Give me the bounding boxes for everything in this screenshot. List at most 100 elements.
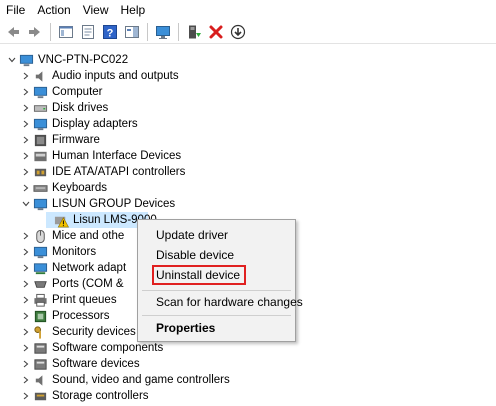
computer-icon xyxy=(18,52,34,68)
chevron-right-icon[interactable] xyxy=(20,118,32,130)
svg-text:?: ? xyxy=(107,27,114,39)
tree-item-storage-controllers[interactable]: Storage controllers xyxy=(20,388,149,404)
help-icon[interactable]: ? xyxy=(99,21,121,43)
chevron-right-icon[interactable] xyxy=(20,182,32,194)
ide-controller-icon xyxy=(32,164,48,180)
printer-icon xyxy=(32,292,48,308)
storage-controller-icon xyxy=(32,388,48,404)
menu-separator xyxy=(142,315,291,316)
toolbar-separator xyxy=(50,22,51,41)
tree-item-label: Sound, video and game controllers xyxy=(52,374,230,386)
mouse-icon xyxy=(32,228,48,244)
tree-item-sound-video[interactable]: Sound, video and game controllers xyxy=(20,372,230,388)
tree-item-keyboards[interactable]: Keyboards xyxy=(20,180,107,196)
tree-item-security-devices[interactable]: Security devices xyxy=(20,324,136,340)
software-component-icon xyxy=(32,340,48,356)
chevron-right-icon[interactable] xyxy=(20,294,32,306)
chevron-right-icon[interactable] xyxy=(20,102,32,114)
tree-item-software-components[interactable]: Software components xyxy=(20,340,163,356)
chevron-right-icon[interactable] xyxy=(20,246,32,258)
tree-item-hid[interactable]: Human Interface Devices xyxy=(20,148,181,164)
tree-item-label: Software components xyxy=(52,342,164,354)
tree-root[interactable]: VNC-PTN-PC022 xyxy=(6,52,128,68)
download-icon[interactable] xyxy=(227,21,249,43)
scan-hardware-menu-item[interactable]: Scan for hardware changes xyxy=(156,293,303,311)
tree-root-label: VNC-PTN-PC022 xyxy=(38,54,129,66)
properties-menu-item[interactable]: Properties xyxy=(156,319,215,337)
update-driver-menu-item[interactable]: Update driver xyxy=(156,226,228,244)
tree-item-ide[interactable]: IDE ATA/ATAPI controllers xyxy=(20,164,185,180)
uninstall-icon[interactable] xyxy=(205,21,227,43)
back-icon[interactable] xyxy=(2,21,24,43)
tree-item-label: Human Interface Devices xyxy=(52,150,182,162)
tree-item-label: Keyboards xyxy=(52,182,107,194)
chevron-right-icon[interactable] xyxy=(20,86,32,98)
tree-item-label: Ports (COM & xyxy=(52,278,124,290)
chevron-right-icon[interactable] xyxy=(20,310,32,322)
tree-item-disk-drives[interactable]: Disk drives xyxy=(20,100,108,116)
tree-item-mice[interactable]: Mice and othe xyxy=(20,228,124,244)
menu-file[interactable]: File xyxy=(0,0,31,20)
tree-item-lisun-group[interactable]: LISUN GROUP Devices xyxy=(20,196,175,212)
tree-item-lisun-lms-9000[interactable]: Lisun LMS-9000 xyxy=(46,212,157,228)
tree-item-label: LISUN GROUP Devices xyxy=(52,198,176,210)
menu-action[interactable]: Action xyxy=(31,0,76,20)
disable-device-menu-item[interactable]: Disable device xyxy=(156,246,234,264)
chevron-down-icon[interactable] xyxy=(6,54,18,66)
port-icon xyxy=(32,276,48,292)
action-pane-icon[interactable] xyxy=(121,21,143,43)
tree-item-software-devices[interactable]: Software devices xyxy=(20,356,140,372)
tree-item-processors[interactable]: Processors xyxy=(20,308,110,324)
show-hide-console-tree-icon[interactable] xyxy=(55,21,77,43)
chevron-right-icon[interactable] xyxy=(20,166,32,178)
tree-item-firmware[interactable]: Firmware xyxy=(20,132,100,148)
chevron-down-icon[interactable] xyxy=(20,198,32,210)
chevron-right-icon[interactable] xyxy=(20,278,32,290)
disk-drive-icon xyxy=(32,100,48,116)
tree-item-label: Computer xyxy=(52,86,103,98)
tree-item-monitors[interactable]: Monitors xyxy=(20,244,96,260)
chevron-right-icon[interactable] xyxy=(20,390,32,402)
menu-help[interactable]: Help xyxy=(115,0,152,20)
tree-item-label: IDE ATA/ATAPI controllers xyxy=(52,166,186,178)
chevron-right-icon[interactable] xyxy=(20,342,32,354)
chevron-right-icon[interactable] xyxy=(20,70,32,82)
menu-bar: File Action View Help xyxy=(0,0,496,20)
monitor-icon[interactable] xyxy=(152,21,174,43)
firmware-icon xyxy=(32,132,48,148)
tree-item-label: Print queues xyxy=(52,294,117,306)
chevron-right-icon[interactable] xyxy=(20,374,32,386)
tree-item-computer[interactable]: Computer xyxy=(20,84,103,100)
tree-item-label: Disk drives xyxy=(52,102,109,114)
tree-item-label: Mice and othe xyxy=(52,230,125,242)
tree-item-print-queues[interactable]: Print queues xyxy=(20,292,117,308)
chevron-right-icon[interactable] xyxy=(20,326,32,338)
chevron-right-icon[interactable] xyxy=(20,230,32,242)
tree-item-label: Display adapters xyxy=(52,118,138,130)
uninstall-device-menu-item[interactable]: Uninstall device xyxy=(156,266,240,284)
tree-item-label: Processors xyxy=(52,310,110,322)
tree-item-label: Software devices xyxy=(52,358,140,370)
chevron-right-icon[interactable] xyxy=(20,150,32,162)
processor-icon xyxy=(32,308,48,324)
tree-item-display-adapters[interactable]: Display adapters xyxy=(20,116,138,132)
tree-item-ports[interactable]: Ports (COM & xyxy=(20,276,124,292)
hid-icon xyxy=(32,148,48,164)
menu-view[interactable]: View xyxy=(77,0,115,20)
chevron-right-icon[interactable] xyxy=(20,262,32,274)
properties-icon[interactable] xyxy=(77,21,99,43)
toolbar: ? xyxy=(0,20,496,44)
update-driver-icon[interactable] xyxy=(183,21,205,43)
menu-separator xyxy=(142,290,291,291)
chevron-right-icon[interactable] xyxy=(20,358,32,370)
forward-icon[interactable] xyxy=(24,21,46,43)
toolbar-separator xyxy=(147,22,148,41)
tree-item-audio[interactable]: Audio inputs and outputs xyxy=(20,68,179,84)
network-adapter-icon xyxy=(32,260,48,276)
keyboard-icon xyxy=(32,180,48,196)
tree-item-label: Storage controllers xyxy=(52,390,149,402)
computer-icon xyxy=(32,84,48,100)
tree-item-network-adapters[interactable]: Network adapt xyxy=(20,260,126,276)
warning-device-icon xyxy=(54,212,69,228)
chevron-right-icon[interactable] xyxy=(20,134,32,146)
